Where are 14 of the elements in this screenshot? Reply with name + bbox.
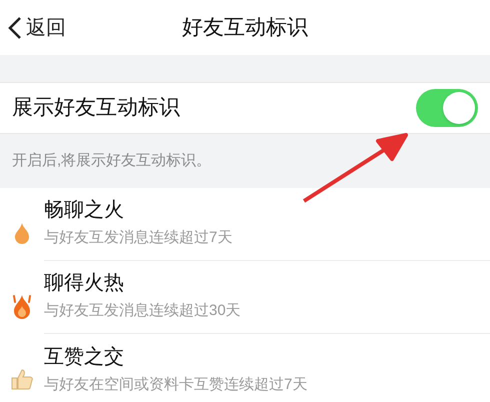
toggle-switch[interactable] xyxy=(416,89,478,127)
badge-description: 与好友互发消息连续超过7天 xyxy=(44,228,234,248)
back-chevron-icon xyxy=(8,16,22,40)
badge-name: 畅聊之火 xyxy=(44,198,125,224)
page-title: 好友互动标识 xyxy=(182,14,308,41)
hint-text: 开启后,将展示好友互动标识。 xyxy=(12,150,212,171)
badge-description: 与好友互发消息连续超过30天 xyxy=(44,301,242,322)
thumbs-up-icon xyxy=(10,366,34,390)
setting-label: 展示好友互动标识 xyxy=(12,95,180,122)
badge-name: 互赞之交 xyxy=(44,344,125,370)
flame-icon xyxy=(14,222,30,244)
badge-description: 与好友在空间或资料卡互赞连续超过7天 xyxy=(44,374,308,395)
back-button[interactable]: 返回 xyxy=(0,12,66,42)
badge-name: 聊得火热 xyxy=(44,271,125,296)
